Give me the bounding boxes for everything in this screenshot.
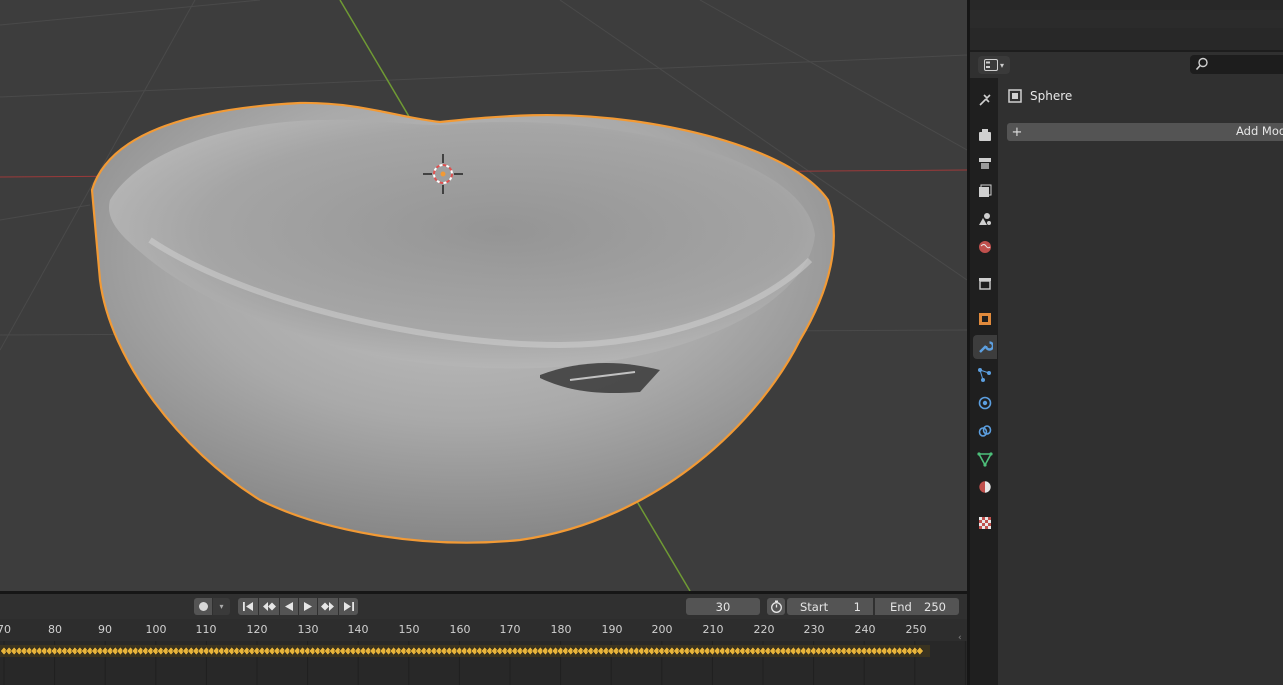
play-reverse-button[interactable] — [280, 598, 298, 615]
jump-end-icon — [343, 602, 354, 611]
timeline-editor[interactable]: 70 80 90 100 110 120 130 140 150 160 170… — [0, 619, 967, 685]
constraints-icon — [978, 425, 992, 437]
tab-render[interactable] — [973, 123, 997, 147]
tab-material[interactable] — [973, 475, 997, 499]
tab-world[interactable] — [973, 235, 997, 259]
add-modifier-button[interactable]: + Add Modifier — [1007, 123, 1283, 141]
jump-to-end-button[interactable] — [339, 598, 358, 615]
add-modifier-label: Add Modifier — [1236, 124, 1283, 138]
start-frame-field[interactable]: Start 1 — [787, 598, 873, 615]
material-icon — [978, 480, 992, 494]
outliner-row[interactable] — [970, 10, 1283, 28]
texture-icon — [979, 517, 991, 529]
world-icon — [979, 241, 991, 253]
jump-to-keyframe-prev-button[interactable] — [259, 598, 279, 615]
chevron-down-icon: ▾ — [219, 602, 224, 611]
render-icon — [979, 129, 991, 141]
plus-icon: + — [1011, 124, 1023, 140]
tab-object-data[interactable] — [973, 447, 997, 471]
tab-view-layer[interactable] — [973, 179, 997, 203]
scroll-handle[interactable]: ‹ — [958, 633, 966, 649]
tab-scene[interactable] — [973, 207, 997, 231]
stopwatch-icon — [770, 600, 782, 613]
properties-search-input[interactable] — [1190, 55, 1283, 74]
tab-collection[interactable] — [973, 271, 997, 295]
viewport-scene — [0, 0, 967, 591]
tab-modifiers[interactable] — [973, 335, 997, 359]
record-icon — [198, 602, 208, 611]
properties-header: ▾ — [970, 52, 1283, 78]
tab-object[interactable] — [973, 307, 997, 331]
properties-tab-bar — [970, 78, 998, 685]
tab-output[interactable] — [973, 151, 997, 175]
output-icon — [979, 158, 991, 169]
prev-keyframe-icon — [263, 602, 276, 611]
tab-constraints[interactable] — [973, 419, 997, 443]
object-icon — [979, 313, 991, 325]
timeline-header: ▾ 30 Start 1 End 250 — [0, 594, 967, 619]
start-frame-value: 1 — [853, 599, 861, 614]
scene-icon — [979, 213, 991, 225]
chevron-down-icon: ▾ — [999, 60, 1004, 70]
use-preview-range-button[interactable] — [767, 598, 785, 615]
play-icon — [304, 602, 312, 611]
start-frame-label: Start — [800, 599, 829, 614]
next-keyframe-icon — [321, 602, 334, 611]
object-icon — [1008, 89, 1022, 103]
object-name: Sphere — [1030, 89, 1073, 103]
physics-icon — [978, 396, 992, 410]
jump-to-start-button[interactable] — [238, 598, 258, 615]
3d-viewport[interactable] — [0, 0, 967, 591]
collection-icon — [979, 278, 991, 290]
current-frame-value: 30 — [715, 599, 731, 614]
outliner[interactable] — [970, 0, 1283, 50]
keyframe-strip — [0, 641, 966, 685]
tab-particles[interactable] — [973, 363, 997, 387]
search-icon — [1195, 57, 1208, 71]
play-reverse-icon — [285, 602, 293, 611]
end-frame-value: 250 — [924, 599, 946, 614]
auto-keying-button[interactable] — [194, 598, 212, 615]
tab-tool[interactable] — [973, 88, 997, 112]
editor-type-button[interactable]: ▾ — [978, 56, 1010, 74]
object-data-icon — [977, 452, 993, 467]
current-frame-field[interactable]: 30 — [686, 598, 760, 615]
tool-icon — [979, 94, 991, 106]
jump-start-icon — [243, 602, 253, 611]
play-button[interactable] — [299, 598, 317, 615]
end-frame-label: End — [890, 599, 912, 614]
particles-icon — [978, 368, 991, 382]
end-frame-field[interactable]: End 250 — [875, 598, 959, 615]
tab-physics[interactable] — [973, 391, 997, 415]
keying-options-dropdown[interactable]: ▾ — [213, 598, 230, 615]
jump-to-keyframe-next-button[interactable] — [318, 598, 338, 615]
object-name-row: Sphere — [1008, 87, 1072, 105]
properties-editor-icon — [983, 59, 998, 71]
properties-panel: Sphere + Add Modifier — [998, 78, 1283, 685]
modifier-icon — [979, 341, 993, 353]
bowl-mesh — [90, 101, 835, 544]
view-layer-icon — [979, 184, 992, 197]
tab-texture[interactable] — [973, 511, 997, 535]
